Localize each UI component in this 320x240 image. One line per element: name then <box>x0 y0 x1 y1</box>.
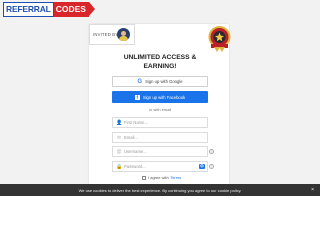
username-input[interactable] <box>124 149 194 154</box>
envelope-icon: ✉ <box>116 134 122 141</box>
page-title: UNLIMITED ACCESS & EARNING! <box>123 54 197 70</box>
first-name-input[interactable] <box>124 120 194 125</box>
lock-icon: 🔒 <box>116 163 123 170</box>
terms-checkbox[interactable] <box>142 175 146 180</box>
email-input[interactable] <box>124 135 194 140</box>
password-field[interactable]: 🔒 👁 <box>112 161 208 172</box>
cookie-banner-text: We use cookies to deliver the best exper… <box>78 187 242 193</box>
email-field[interactable]: ✉ <box>112 132 208 143</box>
email-divider: or with email <box>148 107 172 112</box>
terms-prefix-text: I agree with <box>148 175 169 180</box>
user-icon: 👤 <box>116 119 123 126</box>
google-signup-button[interactable]: G Sign up with Google <box>112 76 208 87</box>
logo-referral-text: REFERRAL <box>3 2 54 17</box>
google-signup-label: Sign up with Google <box>145 79 183 84</box>
google-g-icon: G <box>137 78 143 85</box>
invited-by-box: INVITED BY <box>89 24 135 45</box>
at-sign-icon: @ <box>116 148 122 155</box>
logo-codes-text: CODES <box>53 2 96 17</box>
facebook-signup-label: Sign up with Facebook <box>142 94 186 100</box>
username-info-icon[interactable]: ? <box>209 149 214 154</box>
terms-agreement: I agree with Terms <box>142 175 181 180</box>
inviter-avatar <box>117 28 130 41</box>
facebook-signup-button[interactable]: f Sign up with Facebook <box>112 91 208 103</box>
terms-link[interactable]: Terms <box>170 175 181 180</box>
facebook-icon: f <box>134 94 140 100</box>
password-info-icon[interactable]: ? <box>209 164 214 169</box>
site-logo[interactable]: REFERRAL CODES <box>3 2 96 17</box>
cookie-banner: We use cookies to deliver the best exper… <box>0 184 320 196</box>
first-name-field[interactable]: 👤 <box>112 117 208 128</box>
award-badge-icon <box>208 26 231 52</box>
invited-by-label: INVITED BY <box>93 32 119 37</box>
username-field[interactable]: @ <box>112 146 208 157</box>
show-password-icon[interactable]: 👁 <box>199 164 205 169</box>
page-footer-area <box>0 196 320 240</box>
password-input[interactable] <box>124 164 194 169</box>
close-icon[interactable]: × <box>311 187 314 193</box>
